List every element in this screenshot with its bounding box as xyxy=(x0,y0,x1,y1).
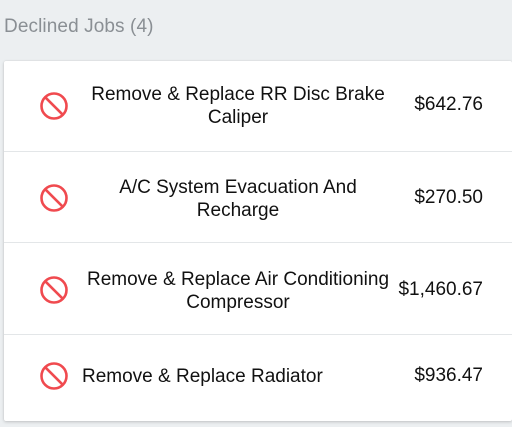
job-price: $936.47 xyxy=(414,365,483,386)
job-price: $270.50 xyxy=(414,187,483,208)
job-price: $1,460.67 xyxy=(398,279,483,300)
job-title: Remove & Replace RR Disc Brake Caliper xyxy=(91,84,385,128)
job-row[interactable]: Remove & Replace Radiator $936.47 xyxy=(4,336,512,427)
declined-jobs-header: Declined Jobs (4) xyxy=(4,16,154,37)
job-title: Remove & Replace Radiator xyxy=(82,366,323,387)
job-row[interactable]: Remove & Replace RR Disc Brake Caliper $… xyxy=(4,61,512,152)
declined-jobs-card: Remove & Replace RR Disc Brake Caliper $… xyxy=(4,61,512,421)
decline-icon xyxy=(39,361,69,391)
decline-icon xyxy=(39,183,69,213)
job-title: Remove & Replace Air Conditioning Compre… xyxy=(86,269,390,313)
job-title: A/C System Evacuation And Recharge xyxy=(119,177,357,221)
job-row[interactable]: A/C System Evacuation And Recharge $270.… xyxy=(4,152,512,243)
job-row[interactable]: Remove & Replace Air Conditioning Compre… xyxy=(4,244,512,335)
decline-icon xyxy=(39,91,69,121)
job-price: $642.76 xyxy=(414,94,483,115)
decline-icon xyxy=(39,275,69,305)
